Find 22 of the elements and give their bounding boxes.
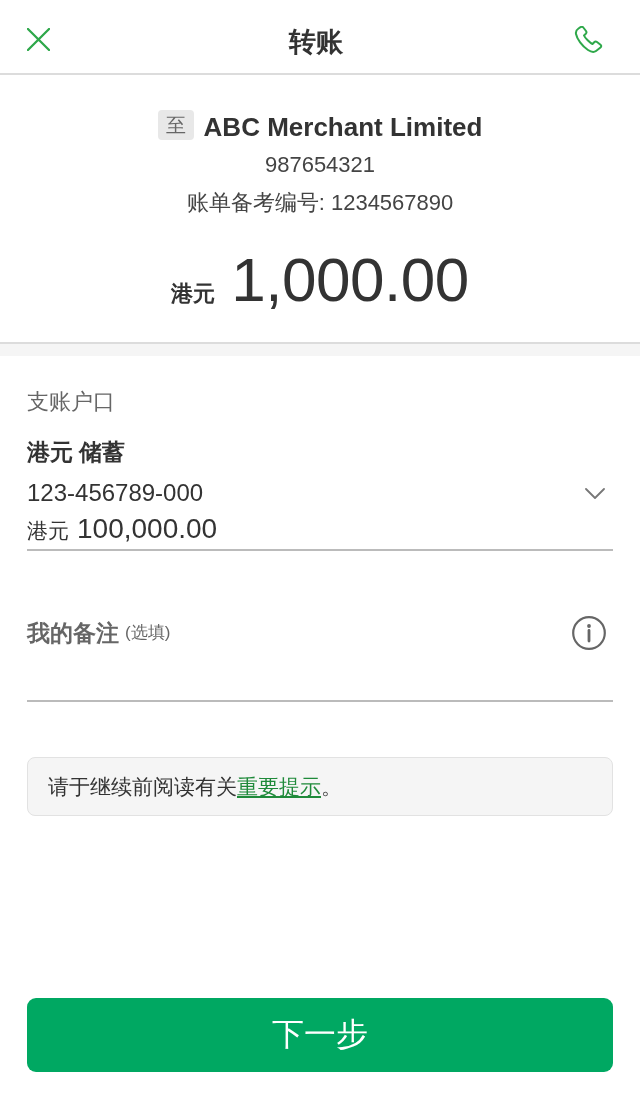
payee-badge: 至 [157,110,194,140]
account-number: 123-456789-000 [27,479,204,507]
amount-value: 1,000.00 [231,244,469,316]
optional-hint: (选填) [125,622,171,644]
debit-account-label: 支账户口 [27,389,115,414]
notice-text: 请于继续前阅读有关重要提示。 [48,773,342,800]
screen-title: 转账 [287,25,344,59]
remark-label: 我的备注 [27,619,119,648]
payee-account-number: 987654321 [264,152,376,177]
close-icon[interactable] [27,28,50,51]
chevron-down-icon [585,487,605,499]
phone-icon[interactable] [574,25,604,54]
important-notice-link[interactable]: 重要提示 [237,774,321,798]
next-button[interactable]: 下一步 [27,998,613,1072]
account-name: 港元 储蓄 [27,439,126,465]
balance-currency: 港元 [27,518,69,544]
payee-name: ABC Merchant Limited [203,111,483,144]
info-icon[interactable] [572,616,606,650]
amount-currency: 港元 [171,280,216,308]
account-dropdown[interactable]: 港元 储蓄 123-456789-000 港元 100,000.00 [27,437,613,551]
account-balance: 100,000.00 [77,512,218,546]
bill-reference: 账单备考编号: 1234567890 [186,190,454,215]
